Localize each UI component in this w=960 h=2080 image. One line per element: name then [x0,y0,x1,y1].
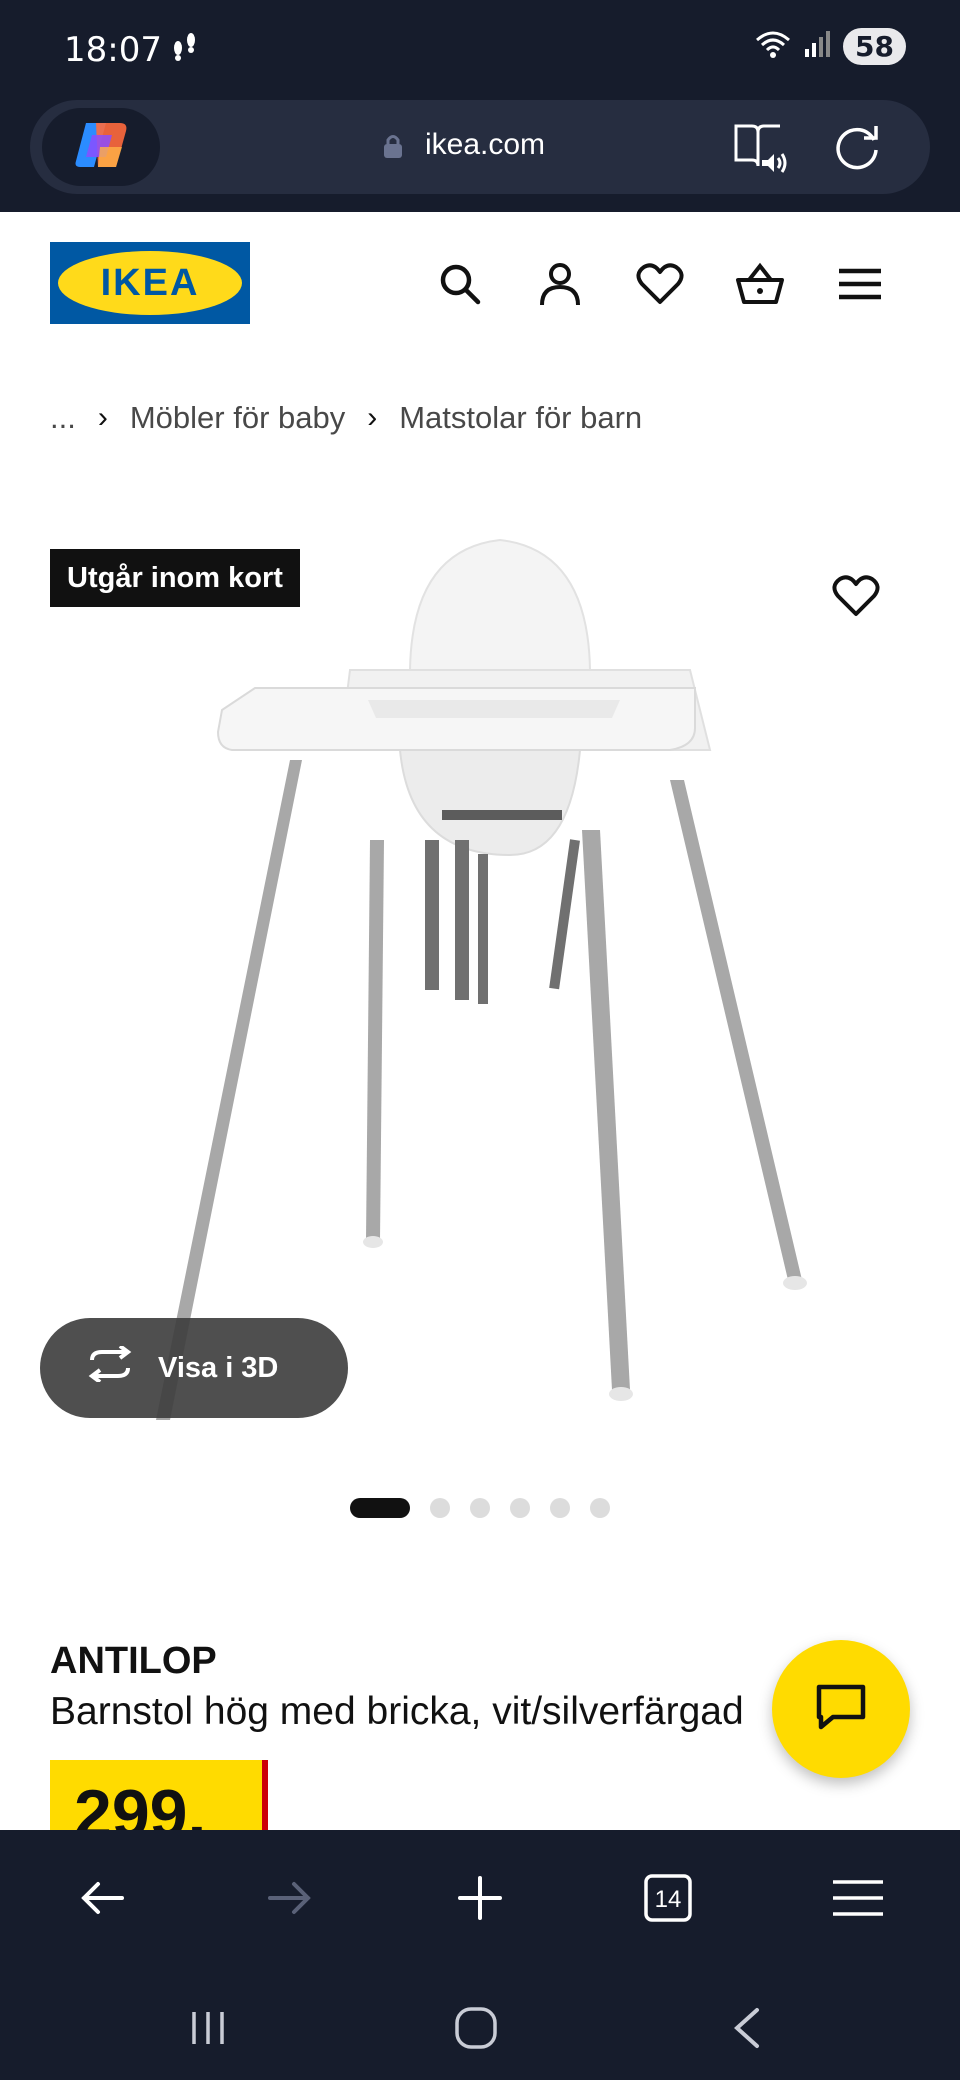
breadcrumb-item-high-chairs[interactable]: Matstolar för barn [399,400,642,436]
browser-toolbar: ikea.com [0,100,960,212]
status-bar: 18:07 58 [0,0,960,100]
carousel-dot-active[interactable] [350,1498,410,1518]
new-tab-plus-icon[interactable] [448,1866,512,1930]
price-value: 299. [74,1776,207,1830]
reload-icon[interactable] [830,120,884,179]
read-aloud-icon[interactable] [732,120,788,179]
copilot-button[interactable] [42,108,160,186]
carousel-dot[interactable] [510,1498,530,1518]
view-in-3d-label: Visa i 3D [158,1351,279,1384]
url-text[interactable]: ikea.com [425,128,545,162]
product-name: ANTILOP [50,1640,217,1682]
status-time: 18:07 [64,30,162,70]
signal-icon [803,29,833,64]
tabs-button[interactable]: 14 [636,1866,700,1930]
breadcrumb-ellipsis[interactable]: ... [50,400,76,436]
rotate-3d-icon [84,1344,136,1390]
chat-icon [815,1683,867,1736]
add-to-favourites-icon[interactable] [832,574,888,626]
battery-indicator: 58 [843,28,906,65]
tab-count: 14 [655,1886,682,1913]
carousel-dot[interactable] [470,1498,490,1518]
shopping-bag-icon[interactable] [732,256,788,312]
ikea-logo[interactable]: IKEA [50,242,250,324]
android-navigation-bar [0,1970,960,2080]
chat-button[interactable] [772,1640,910,1778]
carousel-indicator [350,1498,610,1518]
carousel-dot[interactable] [590,1498,610,1518]
browser-bottom-bar: 14 [0,1830,960,1970]
status-icons: 58 [753,28,906,65]
footprints-icon [168,28,202,67]
favourites-icon[interactable] [632,256,688,312]
browser-menu-icon[interactable] [826,1866,890,1930]
price-tag: 299. [50,1760,268,1830]
view-in-3d-button[interactable]: Visa i 3D [40,1318,348,1418]
lock-icon [382,132,404,165]
chevron-right-icon: › [97,401,108,434]
wifi-icon [753,28,793,65]
menu-icon[interactable] [832,256,888,312]
breadcrumb-item-baby-furniture[interactable]: Möbler för baby [130,400,345,436]
address-bar[interactable]: ikea.com [30,100,930,194]
discontinued-badge: Utgår inom kort [50,549,300,607]
back-arrow-icon[interactable] [70,1866,134,1930]
account-icon[interactable] [532,256,588,312]
logo-text: IKEA [100,261,200,304]
site-header: IKEA [0,212,960,358]
carousel-dot[interactable] [550,1498,570,1518]
chevron-right-icon: › [367,401,378,434]
forward-arrow-icon[interactable] [258,1866,322,1930]
home-icon[interactable] [446,1998,506,2058]
carousel-dot[interactable] [430,1498,450,1518]
product-description: Barnstol hög med bricka, vit/silverfärga… [50,1690,744,1733]
copilot-icon [72,117,130,178]
search-icon[interactable] [432,256,488,312]
recent-apps-icon[interactable] [178,1998,238,2058]
logo-oval: IKEA [58,251,242,315]
system-back-icon[interactable] [716,1998,776,2058]
breadcrumb: ... › Möbler för baby › Matstolar för ba… [50,396,642,440]
product-image-carousel[interactable]: Utgår inom kort Visa i 3D [0,490,960,1470]
